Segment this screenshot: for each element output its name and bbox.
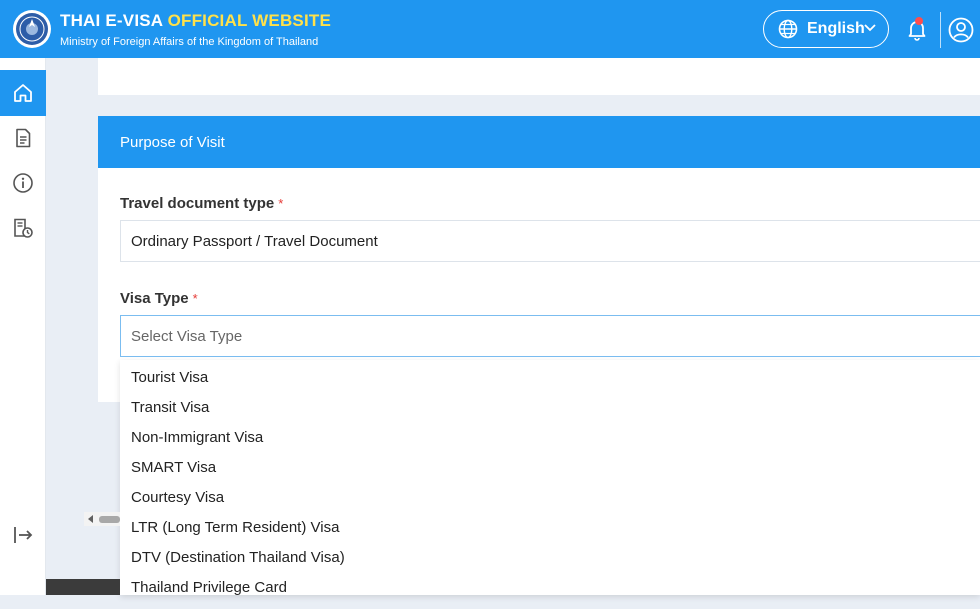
travel-document-type-select[interactable]: Ordinary Passport / Travel Document [120,220,980,262]
required-asterisk: * [192,291,198,306]
site-subtitle: Ministry of Foreign Affairs of the Kingd… [60,36,319,48]
logout-icon [14,527,33,543]
top-header: THAI E-VISA OFFICIAL WEBSITE Ministry of… [0,0,980,58]
site-title: THAI E-VISA OFFICIAL WEBSITE [60,11,331,31]
bottom-bar [46,579,120,595]
section-header: Purpose of Visit [98,116,980,168]
notification-badge [915,17,923,25]
visa-type-label: Visa Type * [120,290,198,307]
sidebar-item-info[interactable] [0,160,46,206]
chevron-down-icon [864,24,876,32]
receipt-icon [14,218,33,238]
visa-option-privilege-card[interactable]: Thailand Privilege Card [131,579,287,609]
language-label: English [807,20,865,37]
visa-option-courtesy[interactable]: Courtesy Visa [131,489,224,519]
section-title: Purpose of Visit [120,134,225,151]
sidebar-item-application[interactable] [0,115,46,161]
travel-document-type-label-text: Travel document type [120,195,275,212]
travel-document-type-value: Ordinary Passport / Travel Document [131,233,378,250]
travel-document-type-label: Travel document type * [120,195,283,212]
horizontal-scrollbar[interactable] [84,512,120,526]
visa-type-placeholder: Select Visa Type [131,328,243,345]
visa-option-transit[interactable]: Transit Visa [131,399,209,429]
sidebar-item-payments[interactable] [0,205,46,251]
sidebar-collapse-toggle[interactable] [0,512,46,558]
language-selector-button[interactable]: English [763,10,889,48]
site-title-highlight: OFFICIAL WEBSITE [167,11,332,30]
visa-option-dtv[interactable]: DTV (Destination Thailand Visa) [131,549,345,579]
sidebar [0,58,46,595]
visa-option-non-immigrant[interactable]: Non-Immigrant Visa [131,429,263,459]
header-divider [940,12,941,48]
document-icon [16,128,31,148]
user-account-icon[interactable] [948,17,974,43]
visa-option-smart[interactable]: SMART Visa [131,459,216,489]
visa-option-ltr[interactable]: LTR (Long Term Resident) Visa [131,519,339,549]
previous-section-card [98,58,980,95]
info-icon [13,173,33,193]
required-asterisk: * [278,196,284,211]
home-icon [14,84,32,102]
visa-type-label-text: Visa Type [120,290,189,307]
globe-icon [778,19,798,39]
scrollbar-thumb[interactable] [99,516,120,523]
visa-type-select[interactable]: Select Visa Type [120,315,980,357]
scroll-left-arrow-icon[interactable] [88,515,94,523]
visa-type-dropdown-list: Tourist Visa Transit Visa Non-Immigrant … [120,360,980,596]
site-title-main: THAI E-VISA [60,11,168,30]
visa-option-tourist[interactable]: Tourist Visa [131,369,208,399]
sidebar-item-home[interactable] [0,70,46,116]
ministry-seal-logo [13,10,51,48]
